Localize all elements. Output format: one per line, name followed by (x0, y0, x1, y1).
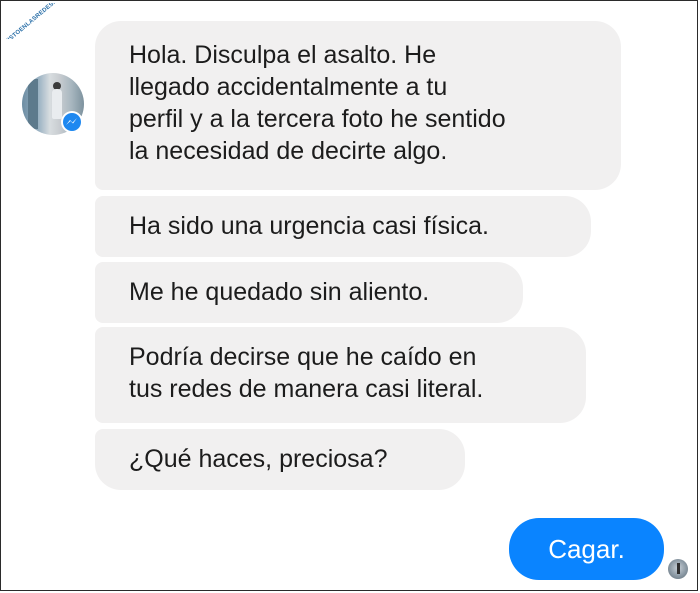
watermark-logo: VISTOENLASREDES.COM (3, 3, 61, 39)
message-text-line: Podría decirse que he caído en (129, 343, 477, 371)
sent-message-text: Cagar. (548, 534, 625, 564)
message-text-line: tus redes de manera casi literal. (129, 375, 484, 403)
message-text-line: Me he quedado sin aliento. (129, 278, 430, 306)
chat-screenshot: VISTOENLASREDES.COM Hola. Disculpa el as… (0, 0, 698, 591)
message-text-line: la necesidad de decirte algo. (129, 137, 448, 165)
received-message-bubble[interactable]: Podría decirse que he caído en tus redes… (95, 327, 586, 423)
read-receipt-avatar (668, 559, 688, 579)
message-text-line: Hola. Disculpa el asalto. He (129, 41, 437, 69)
message-text-line: ¿Qué haces, preciosa? (129, 445, 388, 473)
received-message-bubble[interactable]: Hola. Disculpa el asalto. He llegado acc… (95, 21, 621, 190)
received-message-bubble[interactable]: Ha sido una urgencia casi física. (95, 196, 591, 257)
avatar-photo-detail (28, 79, 38, 129)
watermark-text: VISTOENLASREDES.COM (3, 3, 61, 39)
message-text-line: llegado accidentalmente a tu (129, 73, 448, 101)
message-text-line: Ha sido una urgencia casi física. (129, 212, 489, 240)
messenger-icon (61, 111, 83, 133)
read-receipt-person (677, 563, 680, 574)
received-message-bubble[interactable]: Me he quedado sin aliento. (95, 262, 523, 323)
received-message-bubble[interactable]: ¿Qué haces, preciosa? (95, 429, 465, 490)
messenger-bolt-icon (66, 118, 77, 125)
message-text-line: perfil y a la tercera foto he sentido (129, 105, 506, 133)
avatar-photo-person (52, 89, 62, 119)
sent-message-bubble[interactable]: Cagar. (509, 518, 664, 580)
